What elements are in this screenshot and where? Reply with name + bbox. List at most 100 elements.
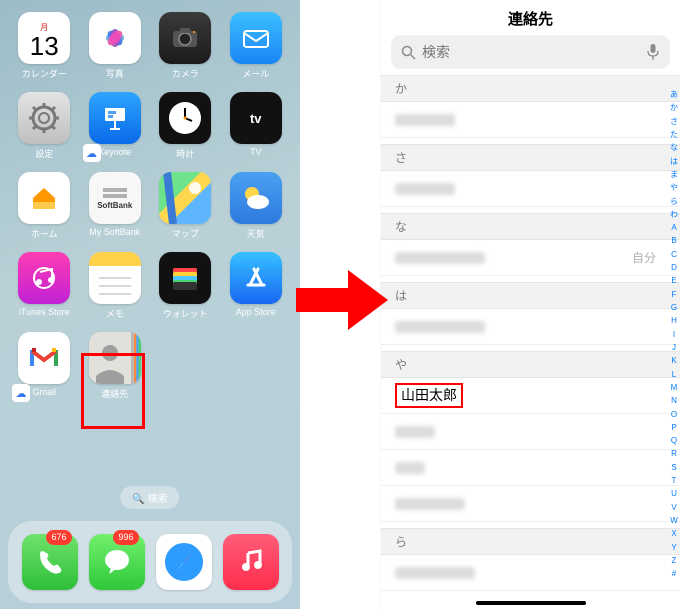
spotlight-search-pill[interactable]: 🔍検索 [120,486,179,509]
dock-safari[interactable] [156,534,212,590]
index-char[interactable]: S [670,463,678,473]
app-home[interactable]: ホーム [14,172,75,240]
app-mail[interactable]: メール [226,12,287,80]
index-char[interactable]: T [670,476,678,486]
index-char[interactable]: D [670,263,678,273]
contact-row[interactable] [381,102,680,138]
index-char[interactable]: ま [670,170,678,180]
alphabet-index[interactable]: あかさたなはまやらわABCDEFGHIJKLMNOPQRSTUVWXYZ # [670,90,678,579]
index-char[interactable]: さ [670,117,678,127]
index-char[interactable]: A [670,223,678,233]
index-char[interactable]: な [670,143,678,153]
itunes-icon [18,252,70,304]
clock-icon [159,92,211,144]
index-char[interactable]: Q [670,436,678,446]
index-char[interactable]: K [670,356,678,366]
app-label: iTunes Store [19,307,70,317]
index-char[interactable]: B [670,236,678,246]
arrow-right-icon [292,260,392,345]
app-label: TV [250,147,262,157]
app-tv[interactable]: tv TV [226,92,287,160]
index-char[interactable]: E [670,276,678,286]
dock-messages[interactable]: 996 [89,534,145,590]
section-ra: ら [381,528,680,555]
app-itunes[interactable]: iTunes Store [14,252,75,320]
index-char[interactable]: は [670,157,678,167]
notes-icon [89,252,141,304]
dock-phone[interactable]: 676 [22,534,78,590]
app-calendar[interactable]: 月 13 カレンダー [14,12,75,80]
contact-row[interactable] [381,414,680,450]
contact-name-highlighted: 山田太郎 [395,383,463,407]
appletv-icon: tv [230,92,282,144]
dock-music[interactable] [223,534,279,590]
index-char[interactable]: Y [670,543,678,553]
app-settings[interactable]: 設定 [14,92,75,160]
app-wallet[interactable]: ウォレット [155,252,216,320]
index-char[interactable]: や [670,183,678,193]
app-label: ホーム [31,227,58,240]
app-appstore[interactable]: App Store [226,252,287,320]
section-ka: か [381,75,680,102]
app-label: Keynote [98,147,131,157]
app-camera[interactable]: カメラ [155,12,216,80]
app-label: メモ [106,307,124,320]
contact-row[interactable] [381,450,680,486]
index-char[interactable]: Z [670,556,678,566]
contact-row[interactable] [381,555,680,591]
index-char[interactable]: た [670,130,678,140]
section-ya: や [381,351,680,378]
maps-icon [159,172,211,224]
index-char[interactable]: J [670,343,678,353]
index-char[interactable]: F [670,290,678,300]
contact-row[interactable]: 自分 [381,240,680,276]
index-char[interactable]: あ [670,90,678,100]
index-char[interactable]: R [670,449,678,459]
tv-text: tv [250,111,262,126]
index-char[interactable]: W [670,516,678,526]
app-maps[interactable]: マップ [155,172,216,240]
self-label: 自分 [632,249,656,266]
contact-row-yamada[interactable]: 山田太郎 [381,378,680,414]
index-char[interactable]: ら [670,197,678,207]
section-sa: さ [381,144,680,171]
index-char[interactable]: C [670,250,678,260]
index-char[interactable]: O [670,410,678,420]
mic-icon[interactable] [646,43,660,61]
index-char[interactable]: H [670,316,678,326]
index-char[interactable]: U [670,489,678,499]
index-char[interactable]: N [670,396,678,406]
gear-icon [18,92,70,144]
index-char[interactable]: X [670,529,678,539]
index-char[interactable]: か [670,103,678,113]
app-label: Gmail [32,387,56,397]
app-notes[interactable]: メモ [85,252,146,320]
index-char[interactable]: V [670,503,678,513]
app-photos[interactable]: 写真 [85,12,146,80]
contact-row[interactable] [381,171,680,207]
app-keynote[interactable]: ☁︎ Keynote [85,92,146,160]
index-char[interactable]: G [670,303,678,313]
contact-row[interactable] [381,486,680,522]
contacts-search-bar[interactable] [391,35,670,69]
app-gmail[interactable]: ☁︎ Gmail [14,332,75,400]
index-char[interactable]: M [670,383,678,393]
app-label: メール [242,67,269,80]
app-label: 時計 [176,147,194,160]
section-ha: は [381,282,680,309]
gmail-icon [18,332,70,384]
calendar-day: 13 [30,33,59,59]
index-char[interactable]: L [670,370,678,380]
contact-row[interactable] [381,309,680,345]
app-clock[interactable]: 時計 [155,92,216,160]
app-weather[interactable]: 天気 [226,172,287,240]
index-char[interactable]: I [670,330,678,340]
index-char[interactable]: # [670,569,678,579]
app-softbank[interactable]: SoftBank My SoftBank [85,172,146,240]
app-contacts[interactable]: 連絡先 [85,332,146,400]
app-label: ウォレット [163,307,208,320]
search-input[interactable] [422,44,646,60]
index-char[interactable]: P [670,423,678,433]
index-char[interactable]: わ [670,210,678,220]
icloud-badge-icon: ☁︎ [12,384,30,402]
